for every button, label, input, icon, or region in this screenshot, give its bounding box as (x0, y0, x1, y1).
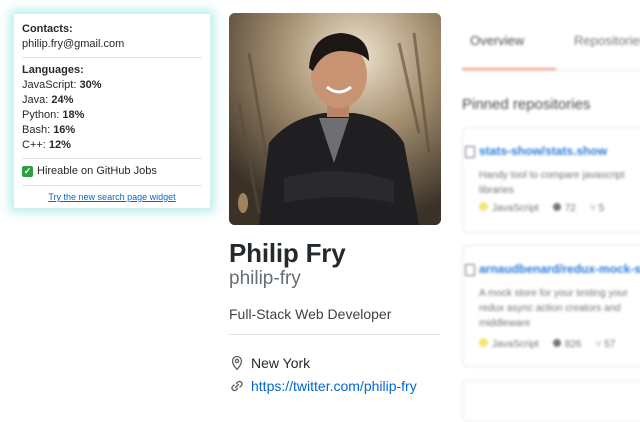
profile-divider (229, 334, 440, 335)
language-row: Bash: 16% (22, 124, 76, 136)
pinned-repo-card[interactable] (462, 380, 640, 422)
hireable-text: Hireable on GitHub Jobs (37, 165, 157, 177)
link-icon (229, 378, 245, 394)
location-text: New York (251, 355, 311, 371)
popup-divider (22, 158, 202, 159)
tab-overview[interactable]: Overview (470, 33, 524, 48)
repo-forks[interactable]: ⑂ 5 (590, 203, 604, 214)
star-icon (552, 202, 561, 211)
fork-icon: ⑂ (589, 202, 599, 214)
location-pin-icon (229, 355, 245, 371)
repositories-panel: Overview Repositories Pinned repositorie… (452, 0, 640, 422)
website-link[interactable]: https://twitter.com/philip-fry (251, 378, 417, 394)
tab-repositories[interactable]: Repositories (574, 33, 640, 48)
search-widget-link[interactable]: Try the new search page widget (22, 192, 202, 202)
repo-language: JavaScript (479, 338, 539, 350)
profile-bio: Full-Stack Web Developer (229, 306, 392, 322)
contact-email[interactable]: philip.fry@gmail.com (22, 38, 202, 50)
repo-icon (465, 264, 475, 276)
profile-login: philip-fry (229, 268, 301, 289)
language-dot-icon (479, 202, 488, 211)
repo-language: JavaScript (479, 202, 539, 214)
pinned-title: Pinned repositories (462, 96, 591, 113)
repo-description: A mock store for your testing your redux… (479, 288, 628, 329)
profile-avatar[interactable] (229, 13, 441, 225)
repo-meta: JavaScript 826 ⑂ 57 (479, 338, 615, 350)
language-row: Java: 24% (22, 94, 74, 106)
repo-forks[interactable]: ⑂ 57 (595, 339, 615, 350)
repo-meta: JavaScript 72 ⑂ 5 (479, 202, 604, 214)
profile-location: New York (229, 355, 310, 371)
languages-heading: Languages: (22, 64, 84, 76)
profile-name: Philip Fry (229, 238, 346, 268)
repo-stars[interactable]: 826 (552, 338, 581, 350)
repo-link[interactable]: stats-show/stats.show (479, 144, 607, 158)
repo-icon (465, 146, 475, 158)
hireable-status: ✓ Hireable on GitHub Jobs (22, 165, 202, 178)
repo-stars[interactable]: 72 (552, 202, 576, 214)
pinned-repo-card[interactable]: arnaudbenard/redux-mock-store A mock sto… (462, 245, 640, 367)
popup-divider (22, 57, 202, 58)
language-row: JavaScript: 30% (22, 79, 102, 91)
star-icon (552, 338, 561, 347)
fork-icon: ⑂ (595, 338, 605, 350)
language-row: Python: 18% (22, 109, 85, 121)
profile-photo (229, 13, 441, 225)
language-dot-icon (479, 338, 488, 347)
repo-link[interactable]: arnaudbenard/redux-mock-store (479, 262, 640, 276)
checkmark-icon: ✓ (22, 166, 33, 177)
pinned-repo-card[interactable]: stats-show/stats.show Handy tool to comp… (462, 127, 640, 233)
tabs-divider (462, 70, 640, 71)
popup-divider (22, 185, 202, 186)
repo-description: Handy tool to compare javascript librari… (479, 170, 625, 196)
language-row: C++: 12% (22, 139, 71, 151)
profile-website[interactable]: https://twitter.com/philip-fry (229, 378, 417, 394)
contacts-heading: Contacts: (22, 23, 73, 35)
profile-info-popup: Contacts: philip.fry@gmail.com Languages… (13, 13, 211, 209)
